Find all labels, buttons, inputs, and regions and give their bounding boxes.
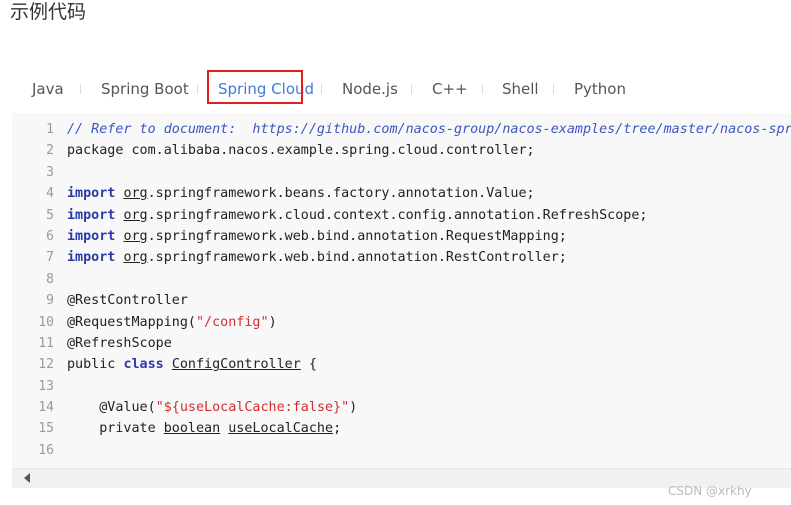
tab-separator	[321, 84, 322, 94]
tab-separator	[482, 84, 483, 94]
line-number: 12	[38, 357, 54, 373]
code-line: import org.springframework.cloud.context…	[67, 207, 648, 223]
language-tabs: Java Spring Boot Spring Cloud Node.js C+…	[14, 70, 791, 108]
line-number: 5	[46, 207, 54, 223]
line-number: 16	[38, 442, 54, 458]
line-number: 1	[46, 122, 54, 137]
page-heading: 示例代码	[10, 1, 87, 23]
watermark: CSDN @xrkhy	[668, 484, 752, 498]
tab-separator	[553, 84, 554, 94]
scroll-left-arrow-icon[interactable]	[24, 473, 30, 483]
tab-separator	[80, 84, 81, 94]
code-line: package com.alibaba.nacos.example.spring…	[67, 143, 535, 159]
line-number: 4	[46, 186, 54, 202]
tab-spring-boot[interactable]: Spring Boot	[101, 80, 189, 98]
line-number-gutter: 1 2 3 4 5 6 7 8 9 10 11 12 13 14 15 16	[12, 119, 60, 461]
code-line: @RefreshScope	[67, 335, 172, 351]
code-line: @RestController	[67, 293, 188, 309]
line-number: 3	[46, 164, 54, 180]
tab-nodejs[interactable]: Node.js	[342, 80, 398, 98]
line-number: 9	[46, 293, 54, 309]
line-number: 2	[46, 143, 54, 159]
tab-separator	[411, 84, 412, 94]
code-line: @RequestMapping("/config")	[67, 314, 277, 330]
line-number: 7	[46, 250, 54, 266]
tab-java[interactable]: Java	[32, 80, 64, 98]
line-number: 10	[38, 314, 54, 330]
code-line: // Refer to document: https://github.com…	[67, 122, 791, 137]
line-number: 6	[46, 228, 54, 244]
code-line: private boolean useLocalCache;	[67, 421, 342, 437]
tab-python[interactable]: Python	[574, 80, 626, 98]
line-number: 8	[46, 271, 54, 287]
code-line: import org.springframework.beans.factory…	[67, 186, 535, 202]
active-tab-highlight-box	[207, 70, 303, 104]
line-number: 14	[38, 400, 54, 416]
code-line: import org.springframework.web.bind.anno…	[67, 228, 567, 244]
code-line: public class ConfigController {	[67, 357, 317, 373]
line-number: 15	[38, 421, 54, 437]
line-number: 11	[38, 335, 54, 351]
tab-cpp[interactable]: C++	[432, 80, 468, 98]
code-line: @Value("${useLocalCache:false}")	[67, 400, 358, 416]
tab-shell[interactable]: Shell	[502, 80, 539, 98]
line-number: 13	[38, 378, 54, 394]
code-line: import org.springframework.web.bind.anno…	[67, 250, 567, 266]
code-lines: // Refer to document: https://github.com…	[67, 119, 791, 461]
code-block[interactable]: 1 2 3 4 5 6 7 8 9 10 11 12 13 14 15 16 // Refer to docu…	[12, 113, 791, 468]
tab-separator	[197, 84, 198, 94]
